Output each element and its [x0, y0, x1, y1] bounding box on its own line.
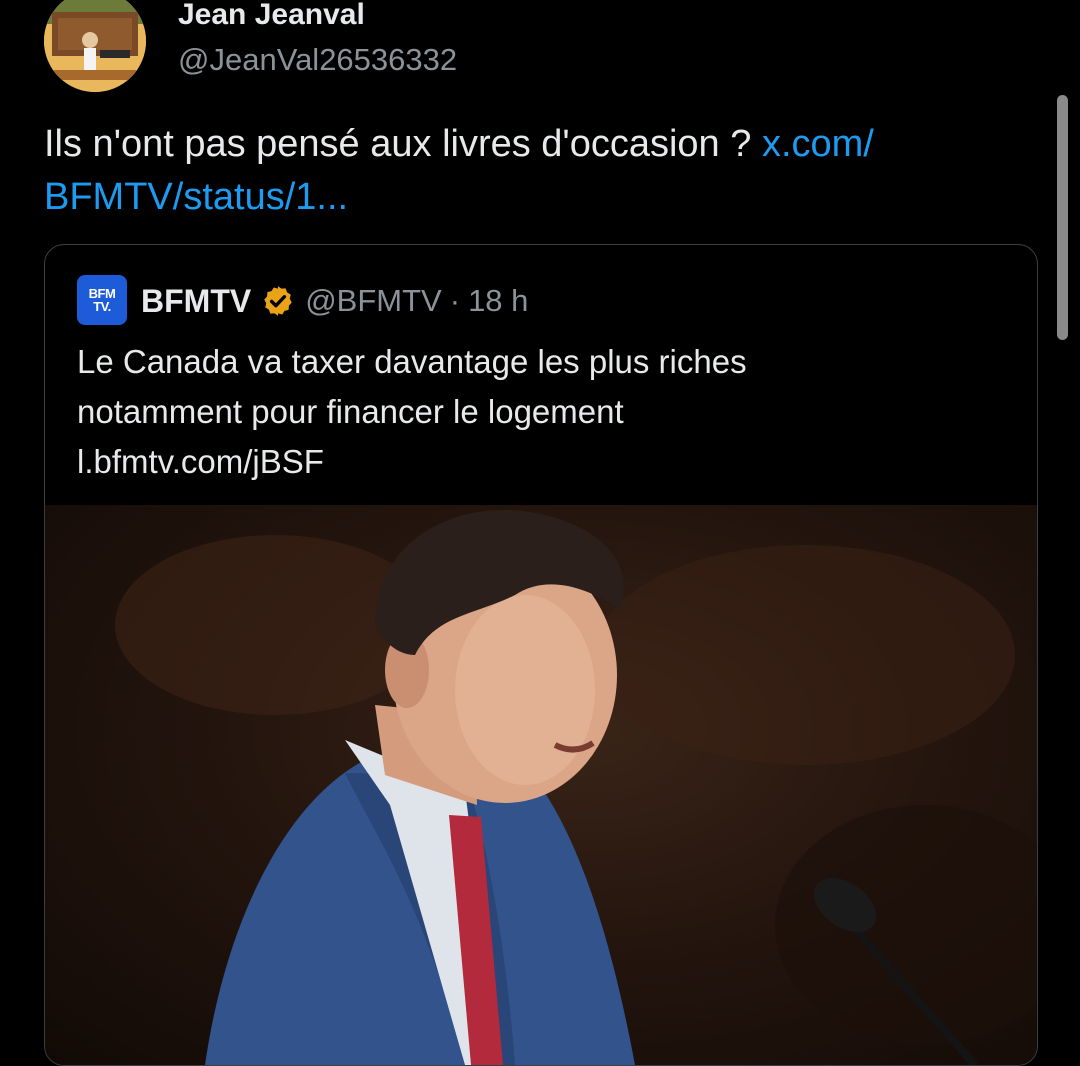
quoted-post-link[interactable]: l.bfmtv.com/jBSF — [77, 437, 1007, 487]
author-name[interactable]: Jean Jeanval — [178, 0, 365, 32]
header-separator: · — [449, 283, 461, 318]
bfmtv-logo-icon[interactable]: BFM TV. — [77, 275, 127, 325]
quoted-post-text: Le Canada va taxer davantage les plus ri… — [77, 337, 1007, 487]
quoted-text-line-1: Le Canada va taxer davantage les plus ri… — [77, 343, 747, 380]
author-handle[interactable]: @JeanVal26536332 — [178, 42, 457, 78]
quoted-post-photo[interactable] — [45, 505, 1037, 1065]
author-avatar[interactable] — [44, 0, 146, 92]
photo-illustration — [115, 509, 1037, 1065]
quoted-post-header: BFMTV @BFMTV · 18 h — [141, 279, 528, 323]
verified-badge-icon — [264, 286, 292, 316]
quoted-post-card[interactable]: BFM TV. BFMTV @BFMTV · 18 h Le Canada va… — [44, 244, 1038, 1066]
post-link-part1[interactable]: x.com/ — [762, 123, 874, 165]
scrollbar-thumb[interactable] — [1057, 95, 1068, 340]
logo-text-bottom: TV. — [93, 299, 111, 314]
quoted-text-line-2: notamment pour financer le logement — [77, 393, 624, 430]
avatar-image — [44, 0, 146, 92]
post-link-part2[interactable]: BFMTV/status/1... — [44, 176, 348, 218]
quoted-author-name[interactable]: BFMTV — [141, 283, 251, 320]
quoted-author-handle[interactable]: @BFMTV — [305, 283, 442, 319]
quoted-post-time[interactable]: 18 h — [468, 283, 528, 319]
post-body: Ils n'ont pas pensé aux livres d'occasio… — [44, 123, 752, 165]
post-text: Ils n'ont pas pensé aux livres d'occasio… — [44, 118, 1044, 224]
